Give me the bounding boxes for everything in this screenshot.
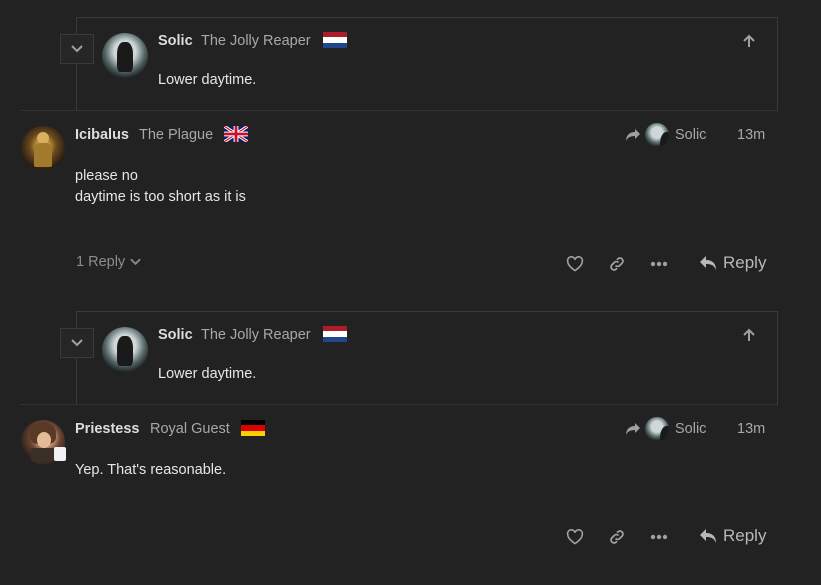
user-title: The Jolly Reaper [201, 33, 311, 49]
expand-quote-button[interactable] [60, 328, 94, 358]
reply-to[interactable]: Solic [625, 417, 706, 441]
germany-flag-icon [241, 420, 265, 436]
post-line: daytime is too short as it is [75, 189, 246, 205]
reply-to-avatar [645, 123, 669, 147]
chevron-down-icon [130, 258, 141, 266]
replies-toggle[interactable]: 1 Reply [76, 254, 141, 270]
post-author[interactable]: Solic [158, 327, 193, 343]
post-time[interactable]: 13m [737, 421, 765, 437]
like-button[interactable] [563, 526, 587, 548]
reply-arrow-icon [700, 256, 716, 270]
post-body: Yep. That's reasonable. [75, 460, 226, 481]
link-icon [610, 257, 624, 271]
user-title: The Plague [139, 127, 214, 143]
divider [20, 404, 777, 405]
reply-arrow-icon [700, 529, 716, 543]
user-badge-icon [54, 447, 66, 461]
post-line: please no [75, 168, 138, 184]
user-title: The Jolly Reaper [201, 327, 311, 343]
quote-block [76, 311, 778, 405]
reply-label: Reply [723, 253, 767, 272]
scroll-up-icon[interactable] [739, 326, 759, 344]
avatar[interactable] [102, 327, 148, 373]
reply-button[interactable]: Reply [699, 253, 766, 273]
share-arrow-icon [626, 423, 640, 435]
like-button[interactable] [563, 253, 587, 275]
netherlands-flag-icon [323, 326, 347, 342]
reply-to[interactable]: Solic [625, 123, 706, 147]
more-button[interactable] [647, 253, 671, 275]
scroll-up-icon[interactable] [739, 32, 759, 50]
heart-icon [566, 256, 584, 272]
avatar[interactable] [21, 126, 65, 170]
post-author[interactable]: Solic [158, 33, 193, 49]
quote-block [76, 17, 778, 111]
expand-quote-button[interactable] [60, 34, 94, 64]
ellipsis-icon [650, 261, 668, 267]
share-arrow-icon [626, 129, 640, 141]
ellipsis-icon [650, 534, 668, 540]
post-time[interactable]: 13m [737, 127, 765, 143]
reply-to-name: Solic [675, 421, 707, 437]
reply-to-name: Solic [675, 127, 707, 143]
heart-icon [566, 529, 584, 545]
copy-link-button[interactable] [605, 253, 629, 275]
divider [20, 110, 777, 111]
chevron-down-icon [71, 45, 83, 53]
user-title: Royal Guest [150, 421, 230, 437]
quote-text: Lower daytime. [158, 366, 257, 382]
post-line: Yep. That's reasonable. [75, 462, 227, 478]
reply-label: Reply [723, 526, 767, 545]
replies-count: 1 Reply [76, 254, 126, 270]
chevron-down-icon [71, 339, 83, 347]
copy-link-button[interactable] [605, 526, 629, 548]
quote-text: Lower daytime. [158, 72, 257, 88]
link-icon [610, 530, 624, 544]
post-author[interactable]: Priestess [75, 421, 140, 437]
reply-button[interactable]: Reply [699, 526, 766, 546]
netherlands-flag-icon [323, 32, 347, 48]
uk-flag-icon [224, 126, 248, 142]
post-body: please no daytime is too short as it is [75, 166, 246, 208]
post-author[interactable]: Icibalus [75, 127, 129, 143]
more-button[interactable] [647, 526, 671, 548]
reply-to-avatar [645, 417, 669, 441]
avatar[interactable] [102, 33, 148, 79]
